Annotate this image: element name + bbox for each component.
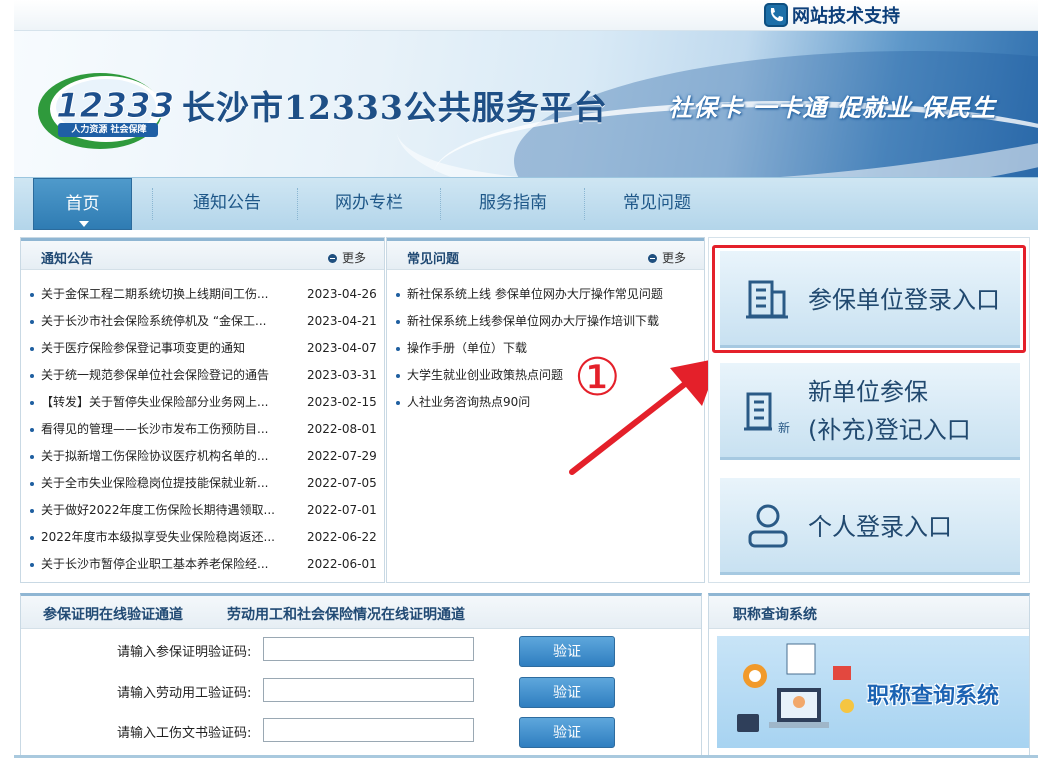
- title-query-title: 职称查询系统: [733, 607, 817, 623]
- verify-row: 请输入参保证明验证码: 验证: [21, 636, 701, 667]
- faq-more-link[interactable]: 更多: [647, 249, 686, 266]
- notices-title: 通知公告: [41, 252, 94, 267]
- new-unit-label-line2: (补充)登记入口: [808, 416, 971, 444]
- list-item[interactable]: 关于统一规范参保单位社会保险登记的通告 2023-03-31: [29, 362, 379, 389]
- title-query-header: 职称查询系统: [709, 596, 1029, 629]
- plus-icon: [327, 254, 337, 263]
- new-unit-label-line1: 新单位参保: [808, 378, 928, 406]
- phone-icon: [764, 3, 788, 27]
- verify-button[interactable]: 验证: [519, 677, 615, 708]
- tech-support-label: 网站技术支持: [792, 6, 900, 27]
- annotation-number: ①: [574, 348, 621, 408]
- personal-login-button[interactable]: 个人登录入口: [720, 478, 1020, 575]
- verify-row: 请输入工伤文书验证码: 验证: [21, 717, 701, 748]
- list-item[interactable]: 关于金保工程二期系统切换上线期间工伤... 2023-04-26: [29, 281, 379, 308]
- verify-label: 请输入劳动用工验证码:: [117, 686, 252, 701]
- user-icon: [748, 504, 788, 548]
- list-item[interactable]: 关于做好2022年度工伤保险长期待遇领取... 2022-07-01: [29, 497, 379, 524]
- notices-header: 通知公告 更多: [21, 238, 384, 270]
- title-query-panel: 职称查询系统 职称查询系统: [708, 593, 1030, 758]
- list-item[interactable]: 看得见的管理——长沙市发布工伤预防目... 2022-08-01: [29, 416, 379, 443]
- list-item[interactable]: 关于医疗保险参保登记事项变更的通知 2023-04-07: [29, 335, 379, 362]
- verify-button[interactable]: 验证: [519, 717, 615, 748]
- main-nav: 首页 通知公告 网办专栏 服务指南 常见问题: [14, 177, 1038, 230]
- verify-row: 请输入劳动用工验证码: 验证: [21, 677, 701, 708]
- verify-button[interactable]: 验证: [519, 636, 615, 667]
- nav-online-service[interactable]: 网办专栏: [306, 178, 432, 230]
- nav-notices[interactable]: 通知公告: [164, 178, 290, 230]
- notices-panel: 通知公告 更多 关于金保工程二期系统切换上线期间工伤... 2023-04-26 …: [20, 237, 385, 583]
- tab-labor-verify[interactable]: 劳动用工和社会保险情况在线证明通道: [227, 604, 465, 624]
- 12333-logo[interactable]: 12333 人力资源 社会保障: [34, 59, 176, 153]
- personal-login-label: 个人登录入口: [808, 513, 952, 541]
- list-item[interactable]: 关于全市失业保险稳岗位提技能保就业新... 2022-07-05: [29, 470, 379, 497]
- list-item[interactable]: 新社保系统上线参保单位网办大厅操作培训下载: [395, 308, 700, 335]
- tab-insurance-verify[interactable]: 参保证明在线验证通道: [43, 604, 183, 624]
- header-banner: 12333 人力资源 社会保障 长沙市12333公共服务平台 社保卡 一卡通 促…: [14, 31, 1038, 177]
- verify-label: 请输入工伤文书验证码:: [117, 726, 252, 741]
- list-item[interactable]: 关于拟新增工伤保险协议医疗机构名单的... 2022-07-29: [29, 443, 379, 470]
- illustration-icon: [737, 643, 854, 732]
- new-badge: 新: [778, 421, 791, 435]
- list-item[interactable]: 新社保系统上线 参保单位网办大厅操作常见问题: [395, 281, 700, 308]
- nav-service-guide[interactable]: 服务指南: [450, 178, 576, 230]
- notices-more-link[interactable]: 更多: [327, 249, 366, 266]
- tech-support-link[interactable]: 网站技术支持: [764, 3, 900, 27]
- labor-code-input[interactable]: [263, 678, 474, 702]
- logo-subtitle: 人力资源 社会保障: [71, 125, 147, 135]
- site-title: 长沙市12333公共服务平台: [182, 88, 608, 127]
- verify-label: 请输入参保证明验证码:: [117, 645, 252, 660]
- list-item[interactable]: 关于长沙市社会保险系统停机及 “金保工... 2023-04-21: [29, 308, 379, 335]
- nav-home[interactable]: 首页: [33, 178, 132, 230]
- list-item[interactable]: 关于长沙市暂停企业职工基本养老保险经... 2022-06-01: [29, 551, 379, 578]
- faq-title: 常见问题: [407, 252, 460, 267]
- highlight-box: [712, 245, 1026, 353]
- nav-faq[interactable]: 常见问题: [594, 178, 720, 230]
- svg-text:12333: 12333: [56, 86, 174, 126]
- faq-header: 常见问题 更多: [387, 238, 704, 270]
- plus-icon: [647, 254, 657, 263]
- slogan: 社保卡 一卡通 促就业 保民生: [668, 94, 997, 122]
- title-query-banner[interactable]: 职称查询系统: [717, 636, 1029, 748]
- injury-doc-code-input[interactable]: [263, 718, 474, 742]
- list-item[interactable]: 【转发】关于暂停失业保险部分业务网上... 2023-02-15: [29, 389, 379, 416]
- title-query-banner-text: 职称查询系统: [867, 684, 1000, 709]
- verify-header: 参保证明在线验证通道 劳动用工和社会保险情况在线证明通道: [21, 596, 701, 629]
- notices-list: 关于金保工程二期系统切换上线期间工伤... 2023-04-26 关于长沙市社会保…: [29, 281, 379, 578]
- list-item[interactable]: 2022年度市本级拟享受失业保险稳岗返还... 2022-06-22: [29, 524, 379, 551]
- insurance-code-input[interactable]: [263, 637, 474, 661]
- new-unit-register-button[interactable]: 新 新单位参保 (补充)登记入口: [720, 363, 1020, 460]
- verify-panel: 参保证明在线验证通道 劳动用工和社会保险情况在线证明通道 请输入参保证明验证码:…: [20, 593, 702, 758]
